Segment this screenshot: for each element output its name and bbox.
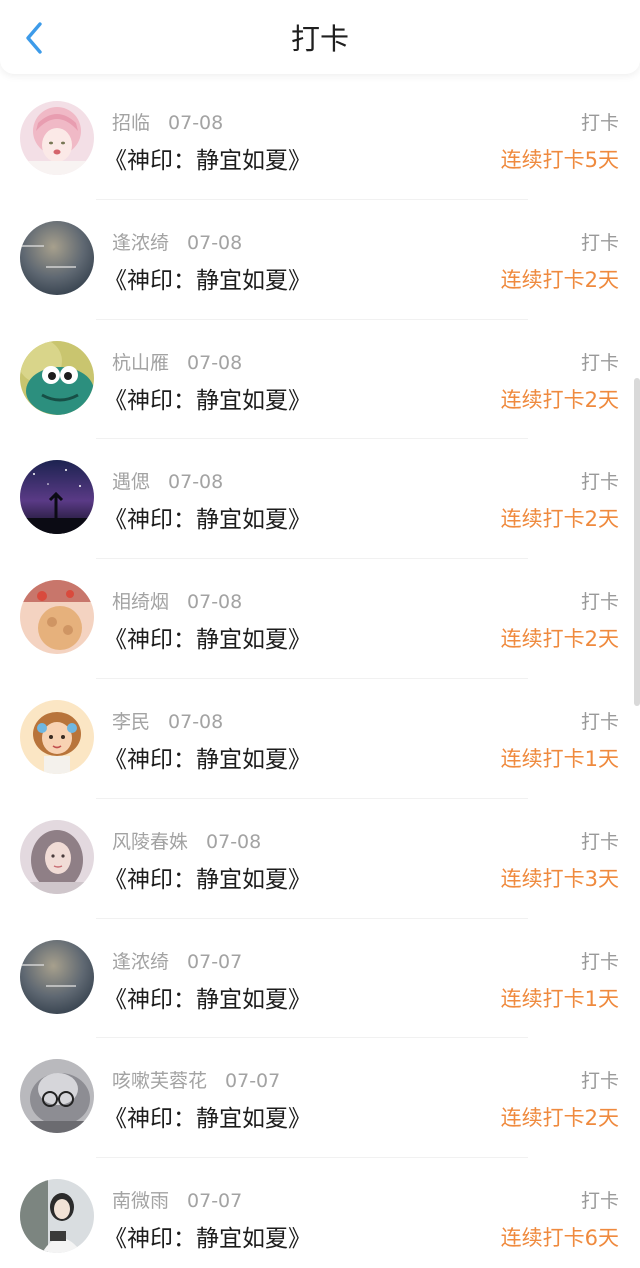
checkin-label: 打卡 bbox=[580, 591, 619, 614]
entry-meta: 杭山雁 07-08 bbox=[112, 348, 242, 375]
nav-bar: 打卡 bbox=[0, 0, 640, 74]
list-item[interactable]: 招临 07-08 《神印：静宜如夏》 打卡 连续打卡5天 bbox=[0, 80, 640, 200]
entry-date: 07-08 bbox=[168, 112, 224, 134]
entry-date: 07-08 bbox=[168, 710, 224, 733]
checkin-page: 打卡 招临 07-08 《神印：静宜如夏》 打卡 连续打卡5天 逢浓绮 07-0… bbox=[0, 0, 640, 1268]
streak-text: 连续打卡5天 bbox=[500, 148, 619, 172]
book-title[interactable]: 《神印：静宜如夏》 bbox=[104, 1219, 311, 1253]
streak-text: 连续打卡2天 bbox=[500, 627, 619, 652]
book-title[interactable]: 《神印：静宜如夏》 bbox=[104, 381, 311, 415]
user-name[interactable]: 逢浓绮 bbox=[112, 232, 169, 254]
book-title[interactable]: 《神印：静宜如夏》 bbox=[104, 980, 311, 1014]
user-name[interactable]: 遇偲 bbox=[112, 471, 150, 493]
list-item[interactable]: 杭山雁 07-08 《神印：静宜如夏》 打卡 连续打卡2天 bbox=[0, 320, 640, 440]
checkin-label: 打卡 bbox=[580, 1190, 619, 1213]
user-name[interactable]: 杭山雁 bbox=[112, 352, 169, 374]
entry-meta: 风陵春姝 07-08 bbox=[112, 827, 261, 854]
entry-date: 07-08 bbox=[168, 471, 224, 494]
avatar[interactable] bbox=[20, 220, 94, 295]
checkin-label: 打卡 bbox=[580, 830, 619, 853]
checkin-label: 打卡 bbox=[580, 471, 619, 494]
avatar[interactable] bbox=[20, 101, 94, 175]
entry-date: 07-08 bbox=[187, 231, 243, 254]
entry-meta: 南微雨 07-07 bbox=[112, 1186, 242, 1213]
avatar[interactable] bbox=[20, 1059, 94, 1134]
entry-meta: 招临 07-08 bbox=[112, 108, 223, 135]
checkin-label: 打卡 bbox=[580, 950, 619, 973]
avatar[interactable] bbox=[20, 1179, 94, 1254]
book-title[interactable]: 《神印：静宜如夏》 bbox=[104, 620, 311, 654]
book-title[interactable]: 《神印：静宜如夏》 bbox=[104, 261, 311, 295]
checkin-label: 打卡 bbox=[580, 351, 619, 374]
book-title[interactable]: 《神印：静宜如夏》 bbox=[104, 740, 311, 774]
entry-meta: 逢浓绮 07-07 bbox=[112, 947, 242, 974]
entry-date: 07-08 bbox=[187, 591, 243, 614]
checkin-label: 打卡 bbox=[580, 710, 619, 733]
streak-text: 连续打卡1天 bbox=[500, 986, 619, 1011]
checkin-list: 招临 07-08 《神印：静宜如夏》 打卡 连续打卡5天 逢浓绮 07-08 《… bbox=[0, 80, 640, 1268]
book-title[interactable]: 《神印：静宜如夏》 bbox=[104, 1099, 311, 1133]
entry-date: 07-08 bbox=[206, 830, 262, 853]
list-item[interactable]: 逢浓绮 07-08 《神印：静宜如夏》 打卡 连续打卡2天 bbox=[0, 200, 640, 320]
streak-text: 连续打卡6天 bbox=[500, 1226, 619, 1251]
entry-meta: 逢浓绮 07-08 bbox=[112, 228, 242, 255]
entry-date: 07-07 bbox=[187, 950, 243, 973]
list-item[interactable]: 李民 07-08 《神印：静宜如夏》 打卡 连续打卡1天 bbox=[0, 679, 640, 799]
avatar[interactable] bbox=[20, 699, 94, 774]
entry-meta: 相绮烟 07-08 bbox=[112, 587, 242, 614]
entry-meta: 李民 07-08 bbox=[112, 707, 223, 734]
avatar[interactable] bbox=[20, 939, 94, 1014]
user-name[interactable]: 招临 bbox=[112, 112, 150, 134]
book-title[interactable]: 《神印：静宜如夏》 bbox=[104, 500, 311, 534]
checkin-label: 打卡 bbox=[580, 112, 619, 134]
list-item[interactable]: 相绮烟 07-08 《神印：静宜如夏》 打卡 连续打卡2天 bbox=[0, 559, 640, 679]
entry-date: 07-08 bbox=[187, 351, 243, 374]
scrollbar[interactable] bbox=[634, 378, 640, 706]
user-name[interactable]: 李民 bbox=[112, 711, 150, 733]
avatar[interactable] bbox=[20, 340, 94, 415]
user-name[interactable]: 相绮烟 bbox=[112, 591, 169, 613]
list-item[interactable]: 逢浓绮 07-07 《神印：静宜如夏》 打卡 连续打卡1天 bbox=[0, 919, 640, 1039]
user-name[interactable]: 逢浓绮 bbox=[112, 951, 169, 973]
streak-text: 连续打卡1天 bbox=[500, 746, 619, 771]
entry-meta: 遇偲 07-08 bbox=[112, 467, 223, 494]
entry-date: 07-07 bbox=[187, 1190, 243, 1213]
avatar[interactable] bbox=[20, 580, 94, 655]
user-name[interactable]: 咳嗽芙蓉花 bbox=[112, 1070, 207, 1092]
streak-text: 连续打卡2天 bbox=[500, 1106, 619, 1131]
streak-text: 连续打卡2天 bbox=[500, 267, 619, 292]
checkin-label: 打卡 bbox=[580, 1070, 619, 1093]
entry-date: 07-07 bbox=[225, 1070, 281, 1093]
streak-text: 连续打卡2天 bbox=[500, 387, 619, 412]
checkin-label: 打卡 bbox=[580, 231, 619, 254]
list-item[interactable]: 风陵春姝 07-08 《神印：静宜如夏》 打卡 连续打卡3天 bbox=[0, 799, 640, 919]
user-name[interactable]: 风陵春姝 bbox=[112, 831, 188, 853]
streak-text: 连续打卡2天 bbox=[500, 507, 619, 532]
book-title[interactable]: 《神印：静宜如夏》 bbox=[104, 141, 311, 175]
page-title: 打卡 bbox=[290, 22, 349, 56]
book-title[interactable]: 《神印：静宜如夏》 bbox=[104, 860, 311, 894]
list-item[interactable]: 咳嗽芙蓉花 07-07 《神印：静宜如夏》 打卡 连续打卡2天 bbox=[0, 1038, 640, 1159]
list-item[interactable]: 南微雨 07-07 《神印：静宜如夏》 打卡 连续打卡6天 bbox=[0, 1158, 640, 1268]
list-item[interactable]: 遇偲 07-08 《神印：静宜如夏》 打卡 连续打卡2天 bbox=[0, 439, 640, 560]
avatar[interactable] bbox=[20, 460, 94, 535]
user-name[interactable]: 南微雨 bbox=[112, 1190, 169, 1212]
streak-text: 连续打卡3天 bbox=[500, 866, 619, 891]
entry-meta: 咳嗽芙蓉花 07-07 bbox=[112, 1066, 280, 1093]
avatar[interactable] bbox=[20, 819, 94, 894]
